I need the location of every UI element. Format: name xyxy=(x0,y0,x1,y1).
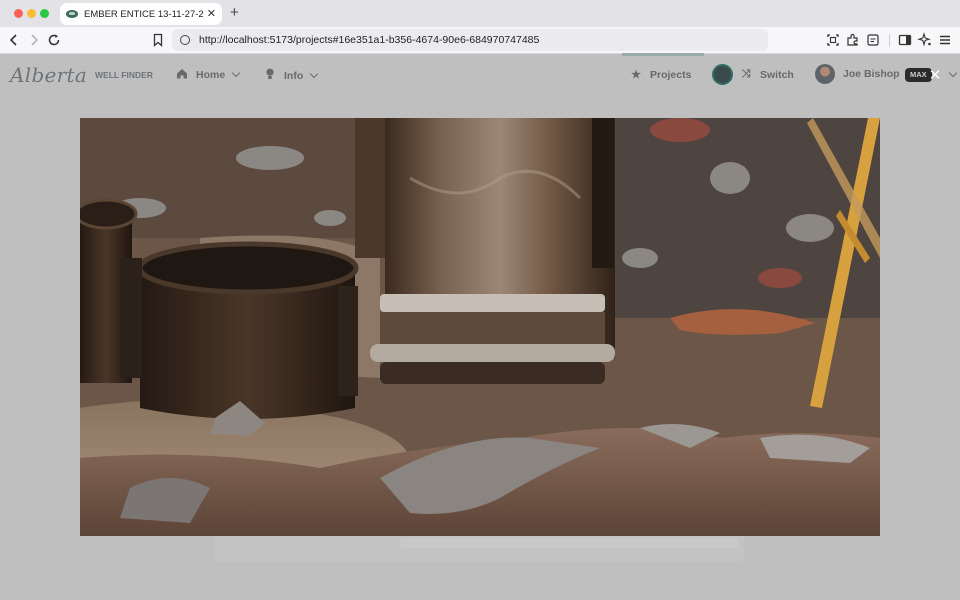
chevron-down-icon xyxy=(310,69,319,78)
user-name: Joe Bishop xyxy=(843,68,900,80)
toolbar-divider xyxy=(889,34,890,47)
close-window-button[interactable] xyxy=(14,9,23,18)
home-icon xyxy=(176,68,188,82)
url-text: http://localhost:5173/projects#16e351a1-… xyxy=(199,34,540,46)
close-modal-button[interactable]: ✕ xyxy=(928,68,942,83)
tab-favicon-icon xyxy=(66,10,78,18)
back-icon[interactable] xyxy=(6,32,22,48)
tab-close-button[interactable]: ✕ xyxy=(207,8,216,20)
nav-info-label: Info xyxy=(284,69,304,82)
menu-icon[interactable] xyxy=(937,32,953,48)
app-page: Alberta WELL FINDER Home Info ★ Projects… xyxy=(0,53,960,600)
lightbox-image xyxy=(80,118,880,536)
new-tab-button[interactable]: + xyxy=(230,5,239,21)
logo-subtitle: WELL FINDER xyxy=(95,70,153,80)
chevron-down-icon[interactable] xyxy=(948,68,958,78)
app-header: Alberta WELL FINDER Home Info ★ Projects… xyxy=(0,53,960,98)
nav-home[interactable]: Home xyxy=(176,68,241,82)
extensions-icon[interactable] xyxy=(845,32,861,48)
alberta-logo[interactable]: Alberta xyxy=(10,63,87,87)
active-tab-indicator xyxy=(622,53,704,56)
maximize-window-button[interactable] xyxy=(40,9,49,18)
globe-icon xyxy=(180,35,190,45)
star-icon: ★ xyxy=(631,69,641,81)
chevron-down-icon xyxy=(231,68,241,78)
user-menu[interactable]: Joe Bishop xyxy=(843,68,900,80)
sidebar-icon[interactable] xyxy=(897,32,913,48)
user-avatar[interactable] xyxy=(815,64,835,84)
nav-home-label: Home xyxy=(196,69,226,81)
browser-tab[interactable]: EMBER ENTICE 13-11-27-24 ( ✕ xyxy=(60,3,222,25)
nav-switch[interactable]: ⤨ Switch xyxy=(740,68,794,81)
reload-icon[interactable] xyxy=(46,32,62,48)
reader-icon[interactable] xyxy=(865,32,881,48)
nav-switch-label: Switch xyxy=(760,68,794,81)
minimize-window-button[interactable] xyxy=(27,9,36,18)
switch-avatar[interactable] xyxy=(712,64,733,85)
lightbulb-icon xyxy=(264,68,276,83)
browser-titlebar: EMBER ENTICE 13-11-27-24 ( ✕ + xyxy=(0,0,960,27)
shuffle-icon: ⤨ xyxy=(741,68,751,80)
address-bar[interactable]: http://localhost:5173/projects#16e351a1-… xyxy=(172,29,768,51)
nav-projects-label: Projects xyxy=(650,68,692,81)
browser-toolbar: http://localhost:5173/projects#16e351a1-… xyxy=(0,27,960,54)
tab-title: EMBER ENTICE 13-11-27-24 ( xyxy=(84,8,203,20)
nav-projects[interactable]: ★ Projects xyxy=(630,68,692,82)
background-card-field xyxy=(400,538,738,548)
screenshot-icon[interactable] xyxy=(825,32,841,48)
sparkle-icon[interactable] xyxy=(917,32,933,48)
forward-icon[interactable] xyxy=(26,32,42,48)
bookmark-icon[interactable] xyxy=(150,32,166,48)
nav-info[interactable]: Info xyxy=(264,68,319,83)
